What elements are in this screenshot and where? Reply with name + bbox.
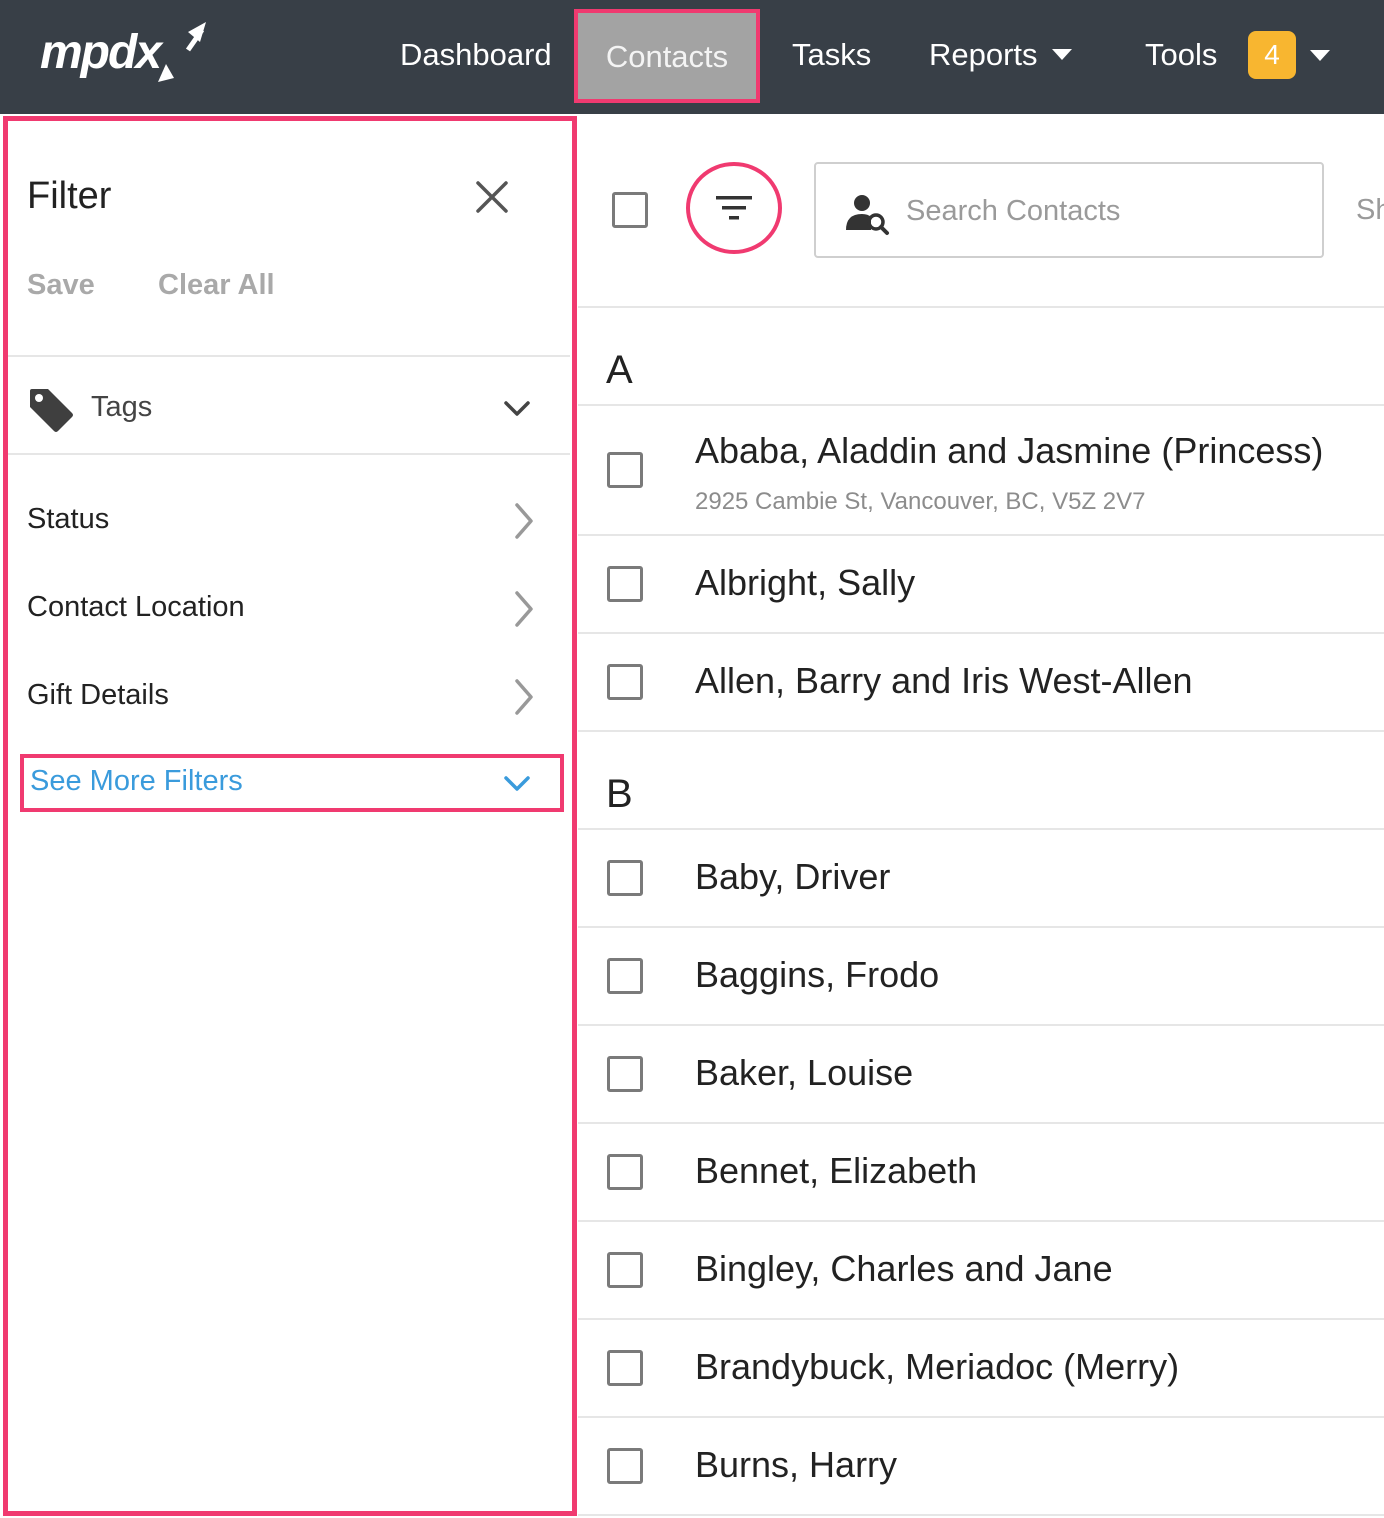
filter-icon xyxy=(716,196,752,220)
contact-name[interactable]: Bingley, Charles and Jane xyxy=(695,1248,1113,1290)
group-letter-a: A xyxy=(606,348,633,392)
contact-checkbox[interactable] xyxy=(607,1056,643,1092)
chevron-down-icon xyxy=(504,401,530,416)
mpdx-logo[interactable]: mpdx xyxy=(38,20,210,88)
contact-row[interactable]: Baggins, Frodo xyxy=(578,928,1384,1024)
contact-name[interactable]: Baggins, Frodo xyxy=(695,954,939,996)
filter-panel: Filter Save Clear All Tags Status Contac… xyxy=(3,116,577,1516)
toolbar-overflow-text[interactable]: Sh xyxy=(1356,194,1384,227)
contact-name[interactable]: Brandybuck, Meriadoc (Merry) xyxy=(695,1346,1179,1388)
contact-row[interactable]: Bennet, Elizabeth xyxy=(578,1124,1384,1220)
filter-contact-location[interactable]: Contact Location xyxy=(8,579,570,649)
search-box[interactable] xyxy=(814,162,1324,258)
filter-tags[interactable]: Tags xyxy=(8,361,570,459)
filter-toggle-button[interactable] xyxy=(686,162,782,254)
contact-checkbox[interactable] xyxy=(607,566,643,602)
contact-row[interactable]: Albright, Sally xyxy=(578,536,1384,632)
tag-icon xyxy=(30,389,73,432)
top-navigation: mpdx Dashboard Contacts Tasks Reports To… xyxy=(0,0,1384,114)
contact-name[interactable]: Burns, Harry xyxy=(695,1444,897,1486)
divider xyxy=(578,1514,1384,1516)
filter-tags-label: Tags xyxy=(91,391,153,423)
contacts-main: Sh A Ababa, Aladdin and Jasmine (Princes… xyxy=(578,114,1384,1518)
caret-down-icon xyxy=(1051,49,1072,61)
divider xyxy=(578,730,1384,732)
chevron-right-icon xyxy=(515,503,533,539)
contact-checkbox[interactable] xyxy=(607,664,643,700)
chevron-right-icon xyxy=(515,591,533,627)
save-filter-button[interactable]: Save xyxy=(27,269,95,302)
nav-tasks[interactable]: Tasks xyxy=(792,0,871,110)
select-all-checkbox[interactable] xyxy=(612,192,648,228)
divider xyxy=(8,355,570,357)
contact-checkbox[interactable] xyxy=(607,860,643,896)
filter-title: Filter xyxy=(27,175,112,217)
contact-row[interactable]: Baker, Louise xyxy=(578,1026,1384,1122)
divider xyxy=(8,453,570,455)
contact-checkbox[interactable] xyxy=(607,1350,643,1386)
contact-name[interactable]: Albright, Sally xyxy=(695,562,915,604)
contact-checkbox[interactable] xyxy=(607,958,643,994)
search-icon xyxy=(846,195,889,235)
close-icon[interactable] xyxy=(472,177,512,217)
nav-tools[interactable]: Tools xyxy=(1145,0,1217,110)
contact-name[interactable]: Bennet, Elizabeth xyxy=(695,1150,977,1192)
tools-notification-badge[interactable]: 4 xyxy=(1248,31,1296,79)
contact-checkbox[interactable] xyxy=(607,452,643,488)
group-letter-b: B xyxy=(606,772,633,816)
contact-row[interactable]: Baby, Driver xyxy=(578,830,1384,926)
contact-row[interactable]: Brandybuck, Meriadoc (Merry) xyxy=(578,1320,1384,1416)
contact-row[interactable]: Ababa, Aladdin and Jasmine (Princess) 29… xyxy=(578,406,1384,534)
tools-caret-down-icon[interactable] xyxy=(1310,50,1330,61)
contact-name[interactable]: Allen, Barry and Iris West-Allen xyxy=(695,660,1193,702)
contact-name[interactable]: Baker, Louise xyxy=(695,1052,913,1094)
see-more-filters-label: See More Filters xyxy=(30,765,243,797)
nav-dashboard[interactable]: Dashboard xyxy=(400,0,552,110)
contact-name[interactable]: Baby, Driver xyxy=(695,856,890,898)
contact-checkbox[interactable] xyxy=(607,1448,643,1484)
search-input[interactable] xyxy=(904,182,1304,240)
contact-name[interactable]: Ababa, Aladdin and Jasmine (Princess) xyxy=(695,430,1323,472)
contact-checkbox[interactable] xyxy=(607,1154,643,1190)
chevron-down-icon xyxy=(504,776,530,791)
filter-status[interactable]: Status xyxy=(8,491,570,561)
contact-row[interactable]: Burns, Harry xyxy=(578,1418,1384,1514)
filter-gift-details-label: Gift Details xyxy=(27,679,169,711)
filter-status-label: Status xyxy=(27,503,110,535)
clear-all-button[interactable]: Clear All xyxy=(158,269,275,302)
nav-reports[interactable]: Reports xyxy=(929,0,1072,110)
contact-row[interactable]: Bingley, Charles and Jane xyxy=(578,1222,1384,1318)
see-more-filters-button[interactable]: See More Filters xyxy=(20,754,564,812)
nav-contacts[interactable]: Contacts xyxy=(574,9,760,103)
contact-address: 2925 Cambie St, Vancouver, BC, V5Z 2V7 xyxy=(695,488,1146,515)
chevron-right-icon xyxy=(515,679,533,715)
contact-checkbox[interactable] xyxy=(607,1252,643,1288)
divider xyxy=(578,306,1384,308)
nav-reports-label: Reports xyxy=(929,37,1038,72)
filter-contact-location-label: Contact Location xyxy=(27,591,245,623)
contact-row[interactable]: Allen, Barry and Iris West-Allen xyxy=(578,634,1384,730)
filter-gift-details[interactable]: Gift Details xyxy=(8,667,570,737)
svg-text:mpdx: mpdx xyxy=(40,26,164,79)
